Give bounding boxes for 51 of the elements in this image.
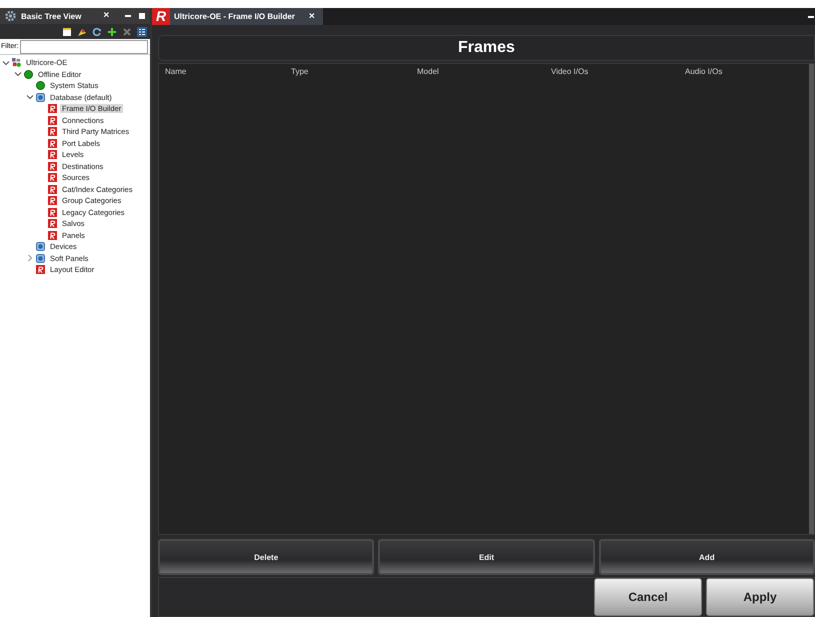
database-icon	[36, 242, 45, 252]
r-logo-icon	[48, 162, 57, 171]
r-logo-icon	[48, 116, 57, 125]
r-logo-icon	[48, 208, 57, 217]
gear-icon	[4, 10, 17, 22]
network-icon	[12, 58, 21, 68]
r-logo: R	[152, 8, 170, 25]
pin-icon[interactable]	[77, 26, 87, 36]
column-header[interactable]: Model	[417, 66, 551, 76]
column-header[interactable]: Audio I/Os	[685, 66, 811, 76]
new-window-icon[interactable]	[62, 26, 72, 36]
r-logo-icon	[48, 230, 57, 240]
list-view-icon[interactable]	[137, 26, 147, 36]
frames-heading: Frames	[158, 35, 815, 61]
r-logo-icon	[48, 127, 57, 136]
database-icon	[36, 92, 45, 102]
tab-title: Ultricore-OE - Frame I/O Builder	[174, 12, 295, 21]
r-logo-icon	[36, 265, 45, 274]
collapse-chevron-icon[interactable]	[14, 70, 22, 78]
panel-title: Basic Tree View	[21, 12, 82, 20]
status-dot-icon	[24, 70, 33, 79]
r-logo-icon	[48, 196, 57, 206]
filter-field[interactable]	[20, 40, 148, 54]
action-button[interactable]: Add	[598, 539, 815, 575]
add-icon[interactable]	[107, 26, 117, 36]
r-logo-icon	[48, 150, 57, 160]
database-icon	[36, 254, 45, 263]
action-button[interactable]: Delete	[158, 539, 374, 575]
column-header[interactable]: Type	[291, 66, 417, 76]
r-logo-icon	[48, 219, 57, 228]
close-button[interactable]: ×	[99, 11, 114, 21]
expand-chevron-icon[interactable]	[26, 254, 34, 262]
collapse-chevron-icon[interactable]	[26, 93, 34, 102]
r-logo-icon	[48, 173, 57, 182]
collapse-chevron-icon[interactable]	[2, 58, 10, 67]
column-header[interactable]: Video I/Os	[551, 66, 685, 76]
minimize-icon[interactable]	[124, 12, 132, 20]
r-logo-icon	[48, 138, 57, 148]
close-button[interactable]: ×	[304, 12, 319, 22]
r-logo-icon	[48, 184, 57, 194]
footer-button[interactable]: Apply	[706, 578, 814, 616]
scrollbar[interactable]	[809, 64, 814, 534]
remove-icon[interactable]	[122, 26, 132, 36]
maximize-icon[interactable]	[138, 12, 146, 20]
action-button[interactable]: Edit	[378, 539, 595, 575]
refresh-icon[interactable]	[92, 26, 102, 36]
footer-button[interactable]: Cancel	[594, 578, 702, 616]
status-dot-icon	[36, 81, 45, 90]
editor-tab[interactable]: R Ultricore-OE - Frame I/O Builder ×	[152, 8, 323, 25]
r-logo-icon	[48, 104, 57, 114]
column-header[interactable]: Name	[165, 66, 291, 76]
